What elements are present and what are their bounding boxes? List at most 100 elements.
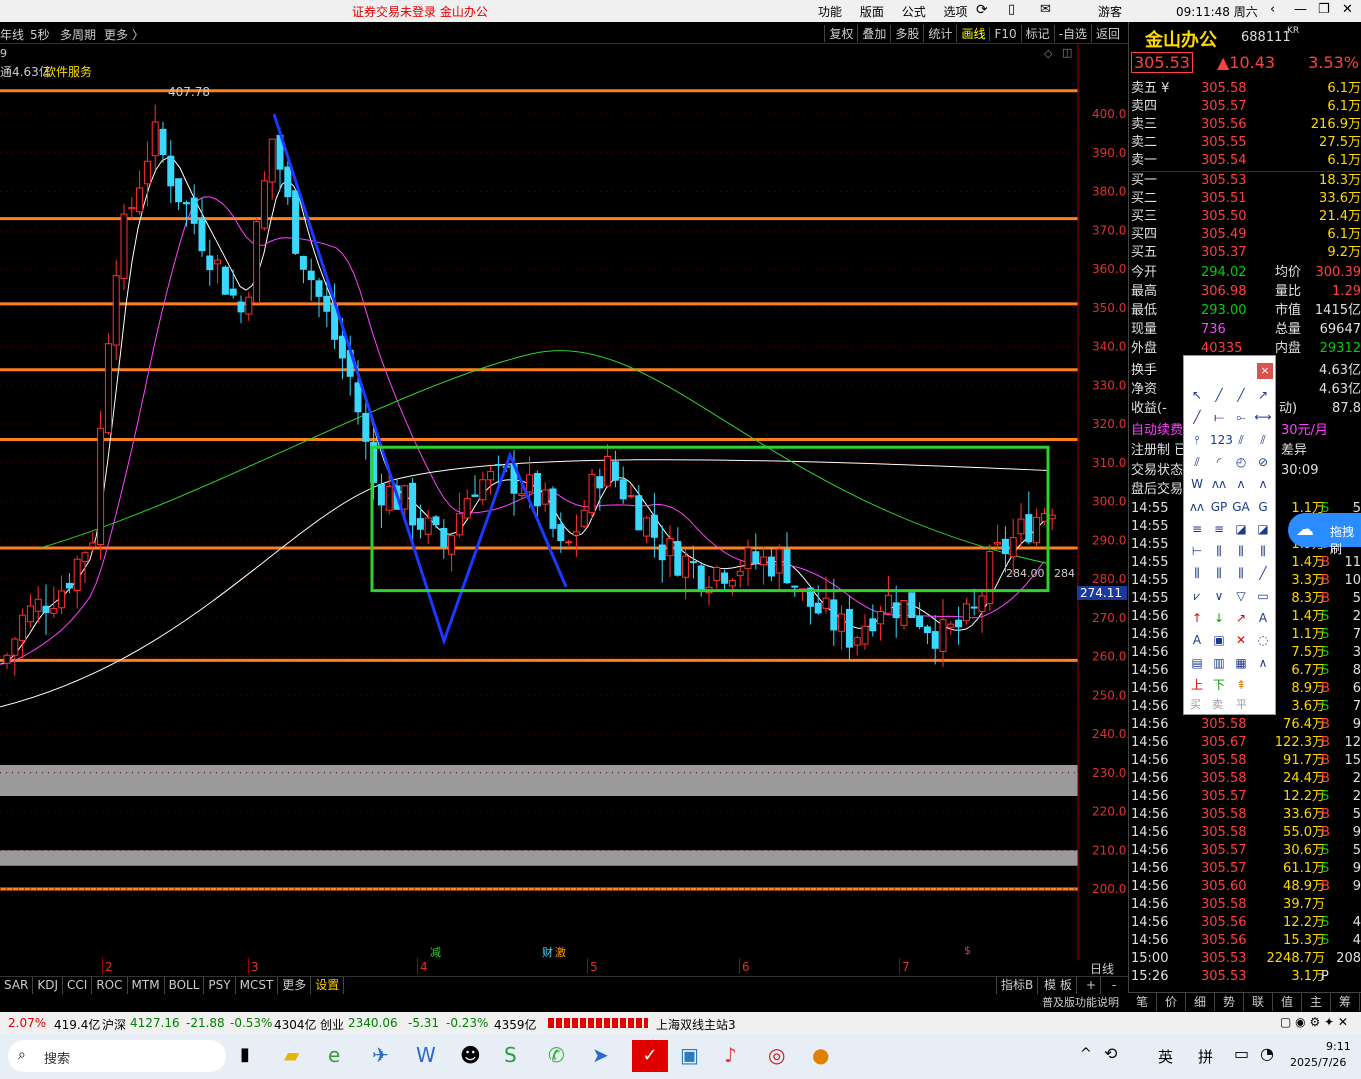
toolbar-btn-4[interactable]: 画线 (956, 25, 989, 42)
sector-label[interactable]: 软件服务 (44, 63, 92, 80)
tool-cross-icon[interactable]: ✕ (1232, 631, 1250, 649)
qq-icon[interactable]: ☻ (460, 1043, 481, 1067)
guest-label[interactable]: 游客 (1098, 3, 1122, 20)
tab-zhu[interactable]: 主 (1302, 993, 1331, 1011)
tool-fib-time-icon[interactable]: ≡ (1210, 520, 1228, 538)
tool-down-arrow-icon[interactable]: ↓ (1210, 609, 1228, 627)
folder-icon[interactable]: ▰ (284, 1043, 299, 1067)
tool-up-right-arrow-icon[interactable]: ↗ (1232, 609, 1250, 627)
mail-icon[interactable]: ✉ (1040, 2, 1051, 17)
tab-mtm[interactable]: MTM (128, 977, 165, 994)
tool-line-icon[interactable]: ╱ (1210, 386, 1228, 404)
tool-parallel-2-icon[interactable]: ⫽ (1254, 431, 1272, 449)
tool-parallel-icon[interactable]: ⫽ (1232, 431, 1250, 449)
zoom-in-button[interactable]: + (1082, 977, 1102, 994)
index-name-hs[interactable]: 沪深 (102, 1016, 126, 1033)
tool-gann-a-icon[interactable]: GA (1232, 498, 1250, 516)
feishu-icon[interactable]: ✈ (372, 1043, 389, 1067)
photo-icon[interactable]: ▣ (680, 1043, 699, 1067)
tool-ellipse-icon[interactable]: ⊘ (1254, 453, 1272, 471)
more-periods[interactable]: 更多 〉 (104, 26, 144, 43)
tool-wave-2-icon[interactable]: ʌʌ (1210, 475, 1228, 493)
multi-period[interactable]: 多周期 (60, 26, 96, 43)
phone-icon[interactable]: ▯ (1008, 2, 1015, 17)
tool-rect-icon[interactable]: ▭ (1254, 587, 1272, 605)
tool-cycle-3-icon[interactable]: ⫼ (1254, 542, 1272, 560)
tab-cci[interactable]: CCI (63, 977, 93, 994)
tool-peak-icon[interactable]: ∧ (1254, 654, 1272, 672)
event-marker-3[interactable]: 激 (555, 944, 566, 960)
tray-chevron-icon[interactable]: ^ (1080, 1046, 1092, 1062)
status-icons[interactable]: ▢ ◉ ⚙ ✦ ✕ (1280, 1015, 1348, 1029)
tool-v-line-icon[interactable]: ⫯ (1188, 431, 1206, 449)
tool-jump-mark-icon[interactable]: ⇞ (1232, 676, 1250, 694)
menu-function[interactable]: 功能 (818, 5, 842, 19)
tool-segment-icon[interactable]: ╱ (1188, 408, 1206, 426)
tab-roc[interactable]: ROC (92, 977, 128, 994)
chrome-icon[interactable]: ● (812, 1043, 829, 1067)
toolbar-btn-5[interactable]: F10 (989, 27, 1020, 41)
tool-up-arrow-icon[interactable]: ↑ (1188, 609, 1206, 627)
tool-down-mark-icon[interactable]: 下 (1210, 676, 1228, 694)
tool-box-2-icon[interactable]: ◪ (1254, 520, 1272, 538)
tool-gann-icon[interactable]: G (1254, 498, 1272, 516)
tab-bi[interactable]: 笔 (1128, 993, 1157, 1011)
tab-settings[interactable]: 设置 (311, 977, 345, 994)
ime-english[interactable]: 英 (1158, 1046, 1173, 1067)
taskbar-date[interactable]: 2025/7/26 (1290, 1056, 1346, 1069)
panel-toggle-icon[interactable]: ◫ (1062, 46, 1072, 59)
taskbar-time[interactable]: 9:11 (1326, 1040, 1351, 1053)
tab-jia[interactable]: 价 (1157, 993, 1186, 1011)
tab-sar[interactable]: SAR (0, 977, 34, 994)
tab-psy[interactable]: PSY (204, 977, 236, 994)
tab-boll[interactable]: BOLL (165, 977, 205, 994)
tool-down-v-icon[interactable]: ∨ (1210, 587, 1228, 605)
tool-arc-icon[interactable]: ◜ (1210, 453, 1228, 471)
tool-channel-icon[interactable]: ⫽ (1188, 453, 1206, 471)
tool-up-trend-icon[interactable]: ʌ (1232, 475, 1250, 493)
index-name-cy[interactable]: 创业 (320, 1016, 344, 1033)
tool-text-2-icon[interactable]: A (1188, 631, 1206, 649)
close-icon[interactable]: ✕ (1342, 2, 1353, 17)
event-marker-1[interactable]: 减 (430, 944, 441, 960)
tool-cycle-1-icon[interactable]: ⫼ (1210, 542, 1228, 560)
menu-formula[interactable]: 公式 (902, 5, 926, 19)
tool-fib-fan-icon[interactable]: ≡ (1188, 520, 1206, 538)
tool-arrow-line-icon[interactable]: ↗ (1254, 386, 1272, 404)
tool-gann-p-icon[interactable]: GP (1210, 498, 1228, 516)
wechat-icon[interactable]: ✆ (548, 1043, 565, 1067)
tool-h-ray-icon[interactable]: ⟝ (1210, 408, 1228, 426)
tab-chou[interactable]: 筹 (1331, 993, 1360, 1011)
tab-xi[interactable]: 细 (1186, 993, 1215, 1011)
tool-h-line-icon[interactable]: ⟷ (1254, 408, 1272, 426)
tab-more[interactable]: 更多 (278, 977, 312, 994)
tool-wave-icon[interactable]: W (1188, 475, 1206, 493)
toolbox-close-icon[interactable]: × (1257, 363, 1273, 379)
tool-h-ray-2-icon[interactable]: ⟜ (1232, 408, 1250, 426)
feature-note[interactable]: 普及版功能说明 (1042, 994, 1119, 1010)
tool-note-icon[interactable]: ▤ (1188, 654, 1206, 672)
period-5s[interactable]: 5秒 (30, 26, 50, 43)
tab-zhi[interactable]: 值 (1273, 993, 1302, 1011)
tool-box-1-icon[interactable]: ◪ (1232, 520, 1250, 538)
tool-price-box-icon[interactable]: ▦ (1232, 654, 1250, 672)
search-box[interactable]: ⌕ 搜索 (8, 1040, 226, 1072)
refresh-icon[interactable]: ⟳ (976, 2, 988, 18)
toolbar-btn-0[interactable]: 复权 (824, 25, 857, 42)
tool-ruler-icon[interactable]: ▥ (1210, 654, 1228, 672)
tool-text-icon[interactable]: A (1254, 609, 1272, 627)
tool-frame-icon[interactable]: ▣ (1210, 631, 1228, 649)
stock-app-icon[interactable]: ✓ (632, 1040, 668, 1072)
back-icon[interactable]: ‹ (1270, 2, 1275, 17)
diamond-icon[interactable]: ◇ (1044, 47, 1052, 60)
toolbar-btn-7[interactable]: -自选 (1053, 25, 1091, 42)
tab-lian[interactable]: 联 (1244, 993, 1273, 1011)
tool-cycle-6-icon[interactable]: ⫼ (1232, 564, 1250, 582)
target-icon[interactable]: ◎ (768, 1043, 785, 1067)
tab-kdj[interactable]: KDJ (33, 977, 64, 994)
minimize-icon[interactable]: — (1294, 2, 1307, 17)
tool-circle-icon[interactable]: ◴ (1232, 453, 1250, 471)
tool-pointer-icon[interactable]: ↖ (1188, 386, 1206, 404)
tool-price-label-icon[interactable]: 123 (1210, 431, 1233, 449)
tool-up-mark-icon[interactable]: 上 (1188, 676, 1206, 694)
